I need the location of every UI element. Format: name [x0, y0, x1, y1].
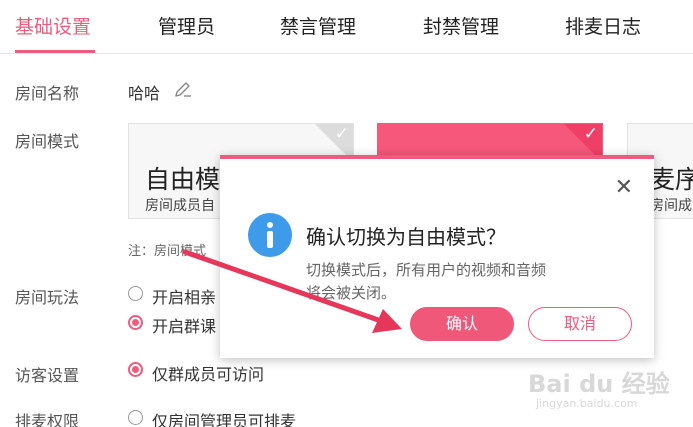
radio-members-only[interactable] [128, 362, 143, 377]
tab-bar: 基础设置 管理员 禁言管理 封禁管理 排麦日志 [0, 0, 693, 54]
confirm-dialog: ✕ 确认切换为自由模式？ 切换模式后，所有用户的视频和音频将会被关闭。 确认 取… [220, 155, 654, 358]
room-name-label: 房间名称 [15, 84, 80, 103]
active-tab-indicator [15, 50, 95, 53]
option-admin-only-mic-label: 仅房间管理员可排麦 [152, 412, 297, 427]
option-group-class-label: 开启群课 [152, 317, 217, 336]
tab-ban-management[interactable]: 封禁管理 [423, 12, 499, 39]
watermark-logo: Bai du 经验 [528, 370, 670, 398]
tab-mic-log[interactable]: 排麦日志 [565, 12, 641, 39]
check-icon: ✓ [583, 124, 598, 144]
option-members-only-label: 仅群成员可访问 [152, 365, 265, 384]
mode-card-desc: 房间成员自 [145, 198, 215, 214]
radio-admin-only-mic[interactable] [128, 410, 143, 425]
room-play-label: 房间玩法 [15, 288, 80, 307]
visitor-settings-label: 访客设置 [15, 366, 80, 385]
tab-admins[interactable]: 管理员 [158, 12, 215, 39]
dialog-title: 确认切换为自由模式？ [306, 225, 506, 249]
confirm-button[interactable]: 确认 [410, 307, 514, 341]
room-mode-note: 注：房间模式 [128, 244, 207, 259]
baidu-watermark: Bai du 经验 jingyan.baidu.com [528, 364, 678, 414]
edit-icon[interactable] [174, 79, 192, 97]
watermark-url: jingyan.baidu.com [536, 397, 638, 410]
option-matchmaking-label: 开启相亲 [152, 288, 217, 307]
close-icon[interactable]: ✕ [615, 177, 633, 199]
radio-group-class[interactable] [128, 315, 143, 330]
mode-card-title: 麦序 [650, 165, 693, 194]
radio-matchmaking[interactable] [128, 286, 143, 301]
dialog-message: 切换模式后，所有用户的视频和音频将会被关闭。 [306, 261, 547, 302]
tab-basic-settings[interactable]: 基础设置 [15, 12, 91, 39]
room-mode-label: 房间模式 [15, 132, 80, 151]
mode-card-desc: 房间成 [650, 198, 692, 214]
tab-mute-management[interactable]: 禁言管理 [280, 12, 356, 39]
mic-permission-label: 排麦权限 [15, 412, 80, 427]
mode-card-title: 自由模 [145, 165, 221, 194]
cancel-button[interactable]: 取消 [528, 307, 632, 341]
check-icon: ✓ [334, 124, 349, 144]
room-name-value: 哈哈 [128, 84, 161, 103]
info-icon [248, 213, 292, 257]
